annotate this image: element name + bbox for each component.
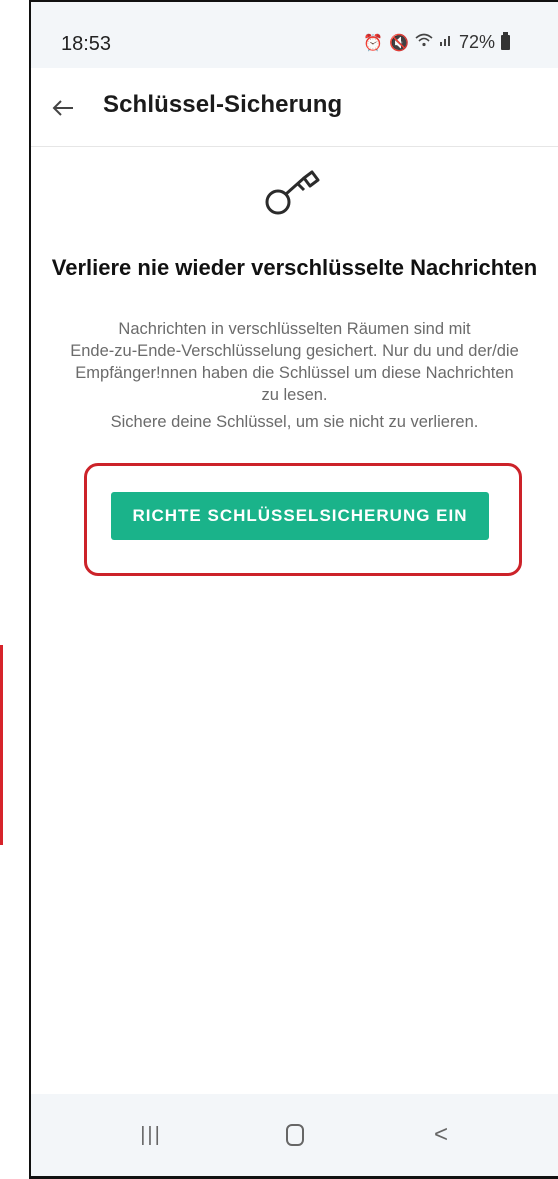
app-bar: Schlüssel-Sicherung [31, 68, 558, 147]
system-nav-bar: ||| < [31, 1094, 558, 1176]
home-shape [286, 1124, 304, 1146]
alarm-icon: ⏰ [363, 34, 384, 52]
wifi-icon [415, 33, 433, 52]
signal-icon [439, 33, 453, 52]
headline: Verliere nie wieder verschlüsselte Nachr… [51, 255, 538, 280]
home-icon[interactable] [255, 1094, 335, 1176]
status-time: 18:53 [61, 33, 112, 55]
mute-icon: 🔇 [389, 34, 409, 52]
screenshot: 18:53 ⏰ 🔇 72% Schlüssel-Sicherung Verlie… [0, 0, 558, 1179]
frame-left-border [29, 0, 31, 1179]
description-line: zu lesen. [261, 386, 328, 404]
page-title: Schlüssel-Sicherung [103, 91, 343, 118]
status-bar: 18:53 ⏰ 🔇 72% [31, 2, 558, 68]
description-line: Nachrichten in verschlüsselten Räumen si… [118, 320, 471, 338]
setup-key-backup-button[interactable]: RICHTE SCHLÜSSELSICHERUNG EIN [111, 492, 489, 540]
system-back-icon[interactable]: < [401, 1094, 481, 1176]
key-icon [260, 168, 324, 220]
description-line: Empfänger!nnen haben die Schlüssel um di… [75, 364, 514, 382]
description-text: Nachrichten in verschlüsselten Räumen si… [31, 318, 558, 406]
battery-icon [501, 32, 510, 50]
red-annotation-mark [0, 645, 3, 845]
battery-percent: 72% [458, 32, 495, 52]
status-icons: ⏰ 🔇 72% [363, 32, 510, 53]
description-line: Ende-zu-Ende-Verschlüsselung gesichert. … [70, 342, 519, 360]
recents-icon[interactable]: ||| [111, 1094, 191, 1176]
back-arrow-icon[interactable] [45, 90, 81, 126]
backup-hint-text: Sichere deine Schlüssel, um sie nicht zu… [110, 413, 479, 431]
